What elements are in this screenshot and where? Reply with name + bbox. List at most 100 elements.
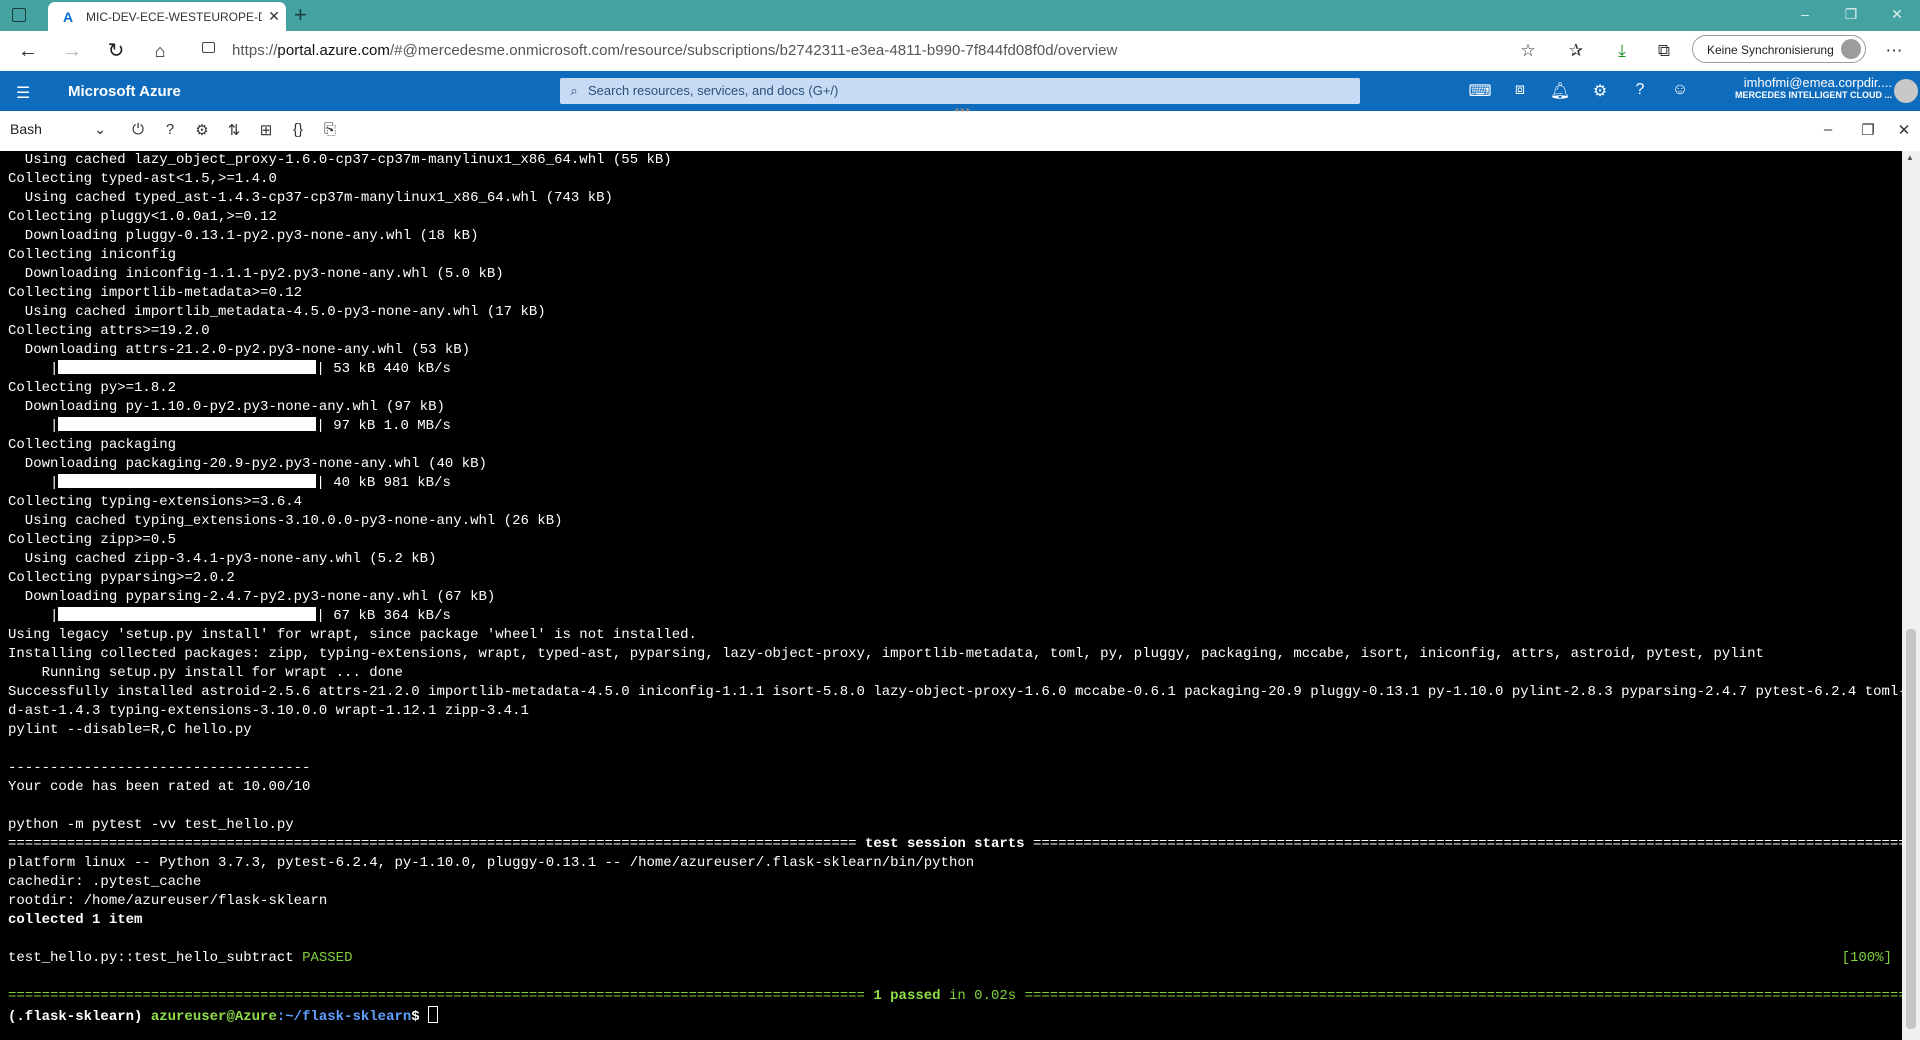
terminal-cursor: [428, 1006, 439, 1023]
shell-type-value: Bash: [10, 121, 42, 137]
minimize-shell-icon[interactable]: –: [1816, 121, 1840, 138]
restart-icon[interactable]: ⏻: [126, 121, 150, 138]
url-input[interactable]: https://portal.azure.com/#@mercedesme.on…: [188, 35, 1543, 65]
platform-line: platform linux -- Python 3.7.3, pytest-6…: [8, 855, 975, 871]
progress-bar: [58, 360, 317, 374]
test-status: PASSED: [302, 950, 353, 966]
terminal-line: Using legacy 'setup.py install' for wrap…: [8, 627, 697, 643]
terminal-line: Successfully installed astroid-2.5.6 att…: [8, 684, 1902, 700]
portal-menu-icon[interactable]: ☰: [16, 83, 30, 103]
terminal-line: Using cached typed_ast-1.4.3-cp37-cp37m-…: [8, 190, 613, 206]
open-new-session-icon[interactable]: ⊞: [254, 121, 278, 139]
add-favorite-icon[interactable]: ☆: [1514, 37, 1542, 65]
feedback-icon[interactable]: ☺: [1668, 81, 1692, 99]
terminal-line: Downloading packaging-20.9-py2.py3-none-…: [8, 456, 487, 472]
session-header-line: ========================================…: [8, 836, 1902, 852]
progress-line: | | 67 kB 364 kB/s: [8, 607, 451, 624]
terminal-line: Using cached lazy_object_proxy-1.6.0-cp3…: [8, 152, 672, 168]
terminal-line: Installing collected packages: zipp, typ…: [8, 646, 1764, 662]
more-icon[interactable]: ⋯: [1880, 37, 1908, 65]
user-name: imhofmi@emea.corpdir....: [1743, 75, 1892, 90]
favorites-icon[interactable]: ✰: [1562, 37, 1590, 65]
terminal-line: Using cached importlib_metadata-4.5.0-py…: [8, 304, 546, 320]
maximize-shell-icon[interactable]: ❐: [1856, 121, 1880, 139]
web-preview-icon[interactable]: ⎘: [318, 121, 342, 138]
forward-icon[interactable]: →: [58, 37, 86, 65]
window-close-icon[interactable]: ✕: [1874, 0, 1920, 31]
terminal-line: Collecting attrs>=19.2.0: [8, 323, 210, 339]
terminal-line: pylint --disable=R,C hello.py: [8, 722, 252, 738]
address-bar-row: ← → ↻ ⌂ https://portal.azure.com/#@merce…: [0, 31, 1920, 72]
cloud-shell-toolbar: Bash ⌄ ⏻ ? ⚙ ⇅ ⊞ {} ⎘ – ❐ ✕: [0, 111, 1920, 152]
close-shell-icon[interactable]: ✕: [1892, 121, 1916, 139]
minimize-icon[interactable]: –: [1782, 0, 1828, 31]
terminal-lines: Using cached lazy_object_proxy-1.6.0-cp3…: [8, 151, 1902, 835]
scroll-up-icon[interactable]: ▲: [1906, 153, 1914, 162]
restore-icon[interactable]: ❐: [1828, 0, 1874, 31]
settings-icon[interactable]: ⚙: [1588, 81, 1612, 101]
account-menu[interactable]: imhofmi@emea.corpdir.... MERCEDES INTELL…: [1722, 75, 1918, 103]
portal-brand[interactable]: Microsoft Azure: [68, 83, 181, 100]
profile-avatar: [1841, 39, 1861, 59]
tab-close-icon[interactable]: ✕: [262, 8, 286, 25]
terminal-line: Running setup.py install for wrapt ... d…: [8, 665, 403, 681]
progress-bar: [58, 417, 317, 431]
cachedir-line: cachedir: .pytest_cache: [8, 874, 202, 890]
back-icon[interactable]: ←: [14, 37, 42, 65]
terminal-line: Downloading pluggy-0.13.1-py2.py3-none-a…: [8, 228, 479, 244]
directory-filter-icon[interactable]: ⧈: [1508, 81, 1532, 99]
test-percent: [100%]: [1841, 950, 1892, 966]
terminal-line: Collecting typing-extensions>=3.6.4: [8, 494, 303, 510]
prompt-line[interactable]: (.flask-sklearn) azureuser@Azure:~/flask…: [8, 1006, 1902, 1025]
help-icon[interactable]: ?: [1628, 81, 1652, 99]
progress-bar: [58, 607, 317, 621]
shell-type-select[interactable]: Bash ⌄: [10, 121, 106, 137]
upload-download-icon[interactable]: ⇅: [222, 121, 246, 139]
progress-line: | | 53 kB 440 kB/s: [8, 360, 451, 377]
terminal-line: python -m pytest -vv test_hello.py: [8, 817, 294, 833]
editor-icon[interactable]: {}: [286, 121, 310, 138]
terminal-line: Downloading attrs-21.2.0-py2.py3-none-an…: [8, 342, 471, 358]
terminal-line: ------------------------------------: [8, 760, 311, 776]
settings-icon[interactable]: ⚙: [190, 121, 214, 139]
terminal-line: Collecting packaging: [8, 437, 177, 453]
window-menu-icon[interactable]: [12, 8, 26, 22]
downloads-icon[interactable]: ⤓: [1608, 37, 1636, 65]
summary-line: ========================================…: [8, 988, 1902, 1004]
cloud-shell-icon[interactable]: ⌨: [1468, 81, 1492, 101]
url-text: https://portal.azure.com/#@mercedesme.on…: [232, 42, 1118, 59]
sync-label: Keine Synchronisierung: [1707, 43, 1834, 57]
terminal-line: Your code has been rated at 10.00/10: [8, 779, 311, 795]
terminal-line: Downloading pyparsing-2.4.7-py2.py3-none…: [8, 589, 496, 605]
terminal-scrollbar[interactable]: ▲: [1902, 151, 1920, 1040]
lock-icon[interactable]: [202, 42, 215, 53]
terminal-output[interactable]: Using cached lazy_object_proxy-1.6.0-cp3…: [0, 151, 1902, 1040]
terminal-line: Collecting pyparsing>=2.0.2: [8, 570, 235, 586]
collections-icon[interactable]: ⧉: [1650, 37, 1678, 65]
rootdir-line: rootdir: /home/azureuser/flask-sklearn: [8, 893, 328, 909]
azure-logo-icon: A: [62, 8, 74, 25]
refresh-icon[interactable]: ↻: [102, 37, 130, 65]
browser-tab[interactable]: A MIC-DEV-ECE-WESTEUROPE-DD ✕: [48, 2, 286, 31]
portal-search-input[interactable]: ⌕ Search resources, services, and docs (G…: [560, 78, 1360, 104]
tab-title: MIC-DEV-ECE-WESTEUROPE-DD: [86, 9, 262, 24]
scrollbar-thumb[interactable]: [1906, 629, 1916, 1029]
notifications-icon[interactable]: 🔔︎: [1548, 81, 1572, 101]
user-avatar: [1894, 79, 1918, 103]
profile-sync-button[interactable]: Keine Synchronisierung: [1692, 35, 1866, 63]
help-icon[interactable]: ?: [158, 121, 182, 138]
terminal-line: Downloading iniconfig-1.1.1-py2.py3-none…: [8, 266, 504, 282]
resize-handle[interactable]: •••: [955, 103, 971, 117]
terminal-line: Using cached zipp-3.4.1-py3-none-any.whl…: [8, 551, 437, 567]
terminal-line: Using cached typing_extensions-3.10.0.0-…: [8, 513, 563, 529]
home-icon[interactable]: ⌂: [146, 37, 174, 65]
collected-line: collected 1 item: [8, 912, 143, 928]
new-tab-icon[interactable]: +: [294, 3, 307, 27]
search-icon: ⌕: [570, 83, 578, 98]
chevron-down-icon: ⌄: [94, 121, 106, 137]
user-org: MERCEDES INTELLIGENT CLOUD ...: [1734, 90, 1892, 100]
terminal-line: Collecting iniconfig: [8, 247, 177, 263]
